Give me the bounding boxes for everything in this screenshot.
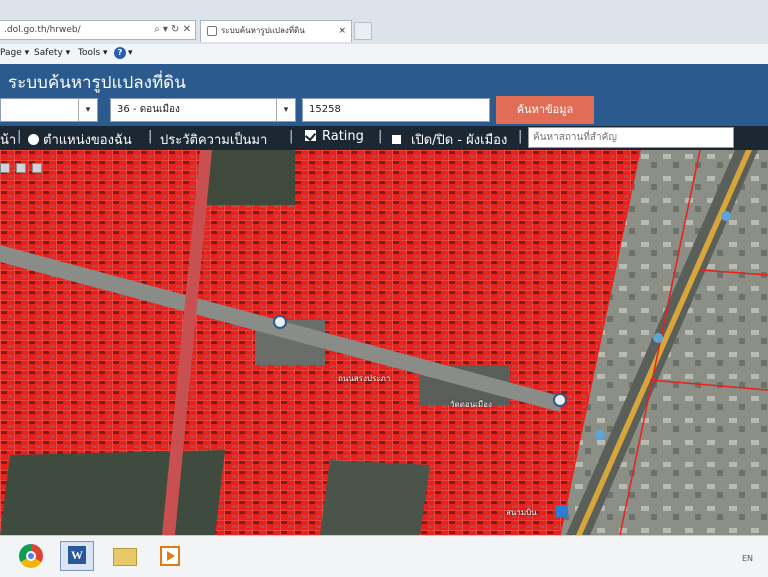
search-button[interactable]: ค้นหาข้อมูล <box>496 96 594 124</box>
home-link[interactable]: น้า <box>0 129 16 150</box>
rating-checkbox[interactable] <box>305 130 316 141</box>
taskbar: W EN <box>0 535 768 577</box>
satellite-map <box>0 150 768 535</box>
rating-toggle[interactable]: Rating <box>305 129 364 144</box>
address-text: .dol.go.th/hrweb/ <box>4 25 81 35</box>
rating-label: Rating <box>322 129 364 144</box>
landmark-search-input[interactable] <box>528 127 734 148</box>
browser-chrome: .dol.go.th/hrweb/ ⌕ ▾ ↻ ✕ ระบบค้นหารูปแป… <box>0 0 768 44</box>
tab-title: ระบบค้นหารูปแปลงที่ดิน <box>221 26 305 35</box>
separator: | <box>148 129 153 144</box>
separator: | <box>17 129 22 144</box>
history-label: ประวัติความเป็นมา <box>160 133 268 148</box>
chrome-taskbar-button[interactable] <box>16 542 46 570</box>
tab-close-icon[interactable]: × <box>338 21 346 41</box>
chevron-down-icon[interactable]: ▾ <box>276 99 295 121</box>
map-label: วัดดอนเมือง <box>450 400 492 409</box>
province-select[interactable]: ▾ <box>0 98 98 122</box>
map-toolbar: น้า | ตำแหน่งของฉัน | ประวัติความเป็นมา … <box>0 126 768 150</box>
word-taskbar-button[interactable]: W <box>60 541 94 571</box>
settings-icon[interactable] <box>16 163 26 173</box>
new-tab-button[interactable] <box>354 22 372 40</box>
media-taskbar-button[interactable] <box>156 542 186 570</box>
separator: | <box>289 129 294 144</box>
app-header: ระบบค้นหารูปแปลงที่ดิน <box>0 64 768 96</box>
separator: | <box>518 129 523 144</box>
page-icon <box>207 26 217 36</box>
print-icon[interactable] <box>0 163 10 173</box>
cart-icon[interactable] <box>32 163 42 173</box>
address-bar[interactable]: .dol.go.th/hrweb/ ⌕ ▾ ↻ ✕ <box>0 20 196 40</box>
district-select[interactable]: 36 - ดอนเมือง ▾ <box>110 98 296 122</box>
city-plan-label: เปิด/ปิด - ผังเมือง <box>411 133 508 148</box>
explorer-taskbar-button[interactable] <box>110 542 140 570</box>
language-indicator[interactable]: EN <box>742 554 753 563</box>
history-link[interactable]: ประวัติความเป็นมา <box>160 129 267 150</box>
map-view[interactable]: ถนนสรงประภา วัดดอนเมือง สนามบิน <box>0 150 768 535</box>
menu-tools[interactable]: Tools ▾ <box>78 48 108 58</box>
city-plan-checkbox[interactable] <box>392 135 401 144</box>
word-icon: W <box>68 546 86 564</box>
media-player-icon <box>160 546 180 566</box>
city-plan-toggle[interactable]: เปิด/ปิด - ผังเมือง <box>392 129 507 150</box>
help-caret-icon[interactable]: ▾ <box>128 48 133 58</box>
address-controls[interactable]: ⌕ ▾ ↻ ✕ <box>154 21 191 39</box>
chrome-icon <box>19 544 43 568</box>
my-location-label: ตำแหน่งของฉัน <box>43 133 132 148</box>
menu-safety[interactable]: Safety ▾ <box>34 48 70 58</box>
my-location-link[interactable]: ตำแหน่งของฉัน <box>28 129 132 150</box>
district-value: 36 - ดอนเมือง <box>117 104 180 115</box>
menu-page[interactable]: Page ▾ <box>0 48 29 58</box>
app-title: ระบบค้นหารูปแปลงที่ดิน <box>8 73 186 93</box>
search-row: ▾ 36 - ดอนเมือง ▾ 15258 ค้นหาข้อมูล <box>0 96 768 126</box>
map-label: ถนนสรงประภา <box>338 374 391 383</box>
separator: | <box>378 129 383 144</box>
map-label: สนามบิน <box>506 508 537 517</box>
chevron-down-icon[interactable]: ▾ <box>78 99 97 121</box>
parcel-number-input[interactable]: 15258 <box>302 98 490 122</box>
browser-tab[interactable]: ระบบค้นหารูปแปลงที่ดิน × <box>200 20 352 42</box>
parcel-number-value: 15258 <box>309 104 341 115</box>
help-icon[interactable]: ? <box>114 47 126 59</box>
folder-icon <box>113 548 137 566</box>
command-bar: Page ▾ Safety ▾ Tools ▾ ? ▾ <box>0 44 768 65</box>
globe-icon <box>28 134 39 145</box>
map-tools <box>0 158 48 173</box>
